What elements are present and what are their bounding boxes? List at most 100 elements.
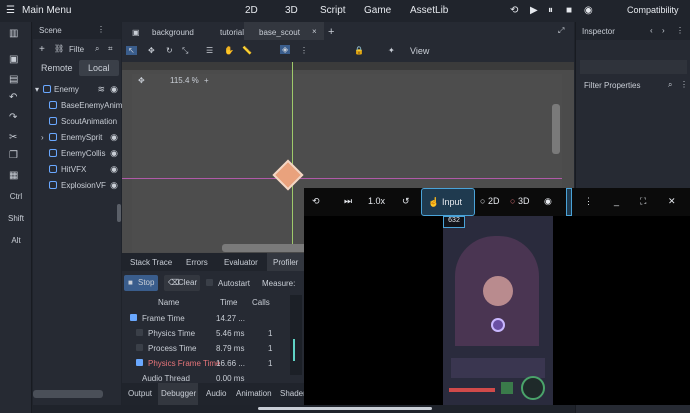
maximize-icon[interactable]: ⛶ (640, 196, 646, 207)
add-tab-icon[interactable]: + (328, 26, 334, 38)
tree-node[interactable]: EnemyCollis ◉ (33, 146, 121, 162)
link-icon[interactable]: ⛓ (54, 44, 64, 53)
shift-key[interactable]: Shift (0, 214, 32, 223)
save-all-icon[interactable]: ▤ (9, 74, 18, 85)
tree-node[interactable]: ExplosionVF ◉ (33, 178, 121, 194)
table-row[interactable]: Physics Time 5.46 ms 1 (122, 326, 304, 341)
editor-tab-2[interactable]: tutorial (220, 28, 244, 37)
ability-icon[interactable] (501, 382, 513, 394)
special-ability-icon[interactable] (521, 376, 545, 400)
tab-game[interactable]: Game (364, 5, 391, 16)
scrollbar[interactable] (117, 204, 121, 222)
copy-icon[interactable]: ❐ (9, 150, 18, 161)
row-checkbox[interactable] (136, 344, 143, 351)
enemy-sprite[interactable] (272, 159, 304, 191)
editor-tab-active[interactable]: base_scout × (244, 22, 324, 40)
script-icon[interactable]: ⌗ (108, 44, 113, 54)
close-icon[interactable]: ✕ (668, 196, 676, 207)
row-checkbox[interactable] (136, 359, 143, 366)
menu-dots-icon[interactable]: ⋮ (584, 196, 593, 207)
search-icon[interactable]: ⌕ (95, 44, 99, 54)
table-row[interactable]: Frame Time 14.27 ... (122, 311, 304, 326)
row-checkbox[interactable] (130, 314, 137, 321)
visibility-icon[interactable]: ◉ (110, 164, 118, 175)
tab-3d[interactable]: 3D (285, 5, 298, 16)
save-icon[interactable]: ▣ (9, 54, 18, 65)
stop-button[interactable]: ■ Stop (124, 275, 158, 291)
stop-icon[interactable]: ■ (566, 5, 572, 16)
list-tool-icon[interactable]: ☰ (206, 46, 213, 55)
camera-icon[interactable]: ⟲ (312, 196, 320, 207)
redo-icon[interactable]: ↷ (9, 112, 17, 123)
tab-script[interactable]: Script (320, 5, 346, 16)
visibility-icon[interactable]: ◉ (110, 84, 118, 95)
ctrl-key[interactable]: Ctrl (0, 192, 32, 201)
pause-icon[interactable]: ⏸ (548, 5, 553, 16)
move-tool-icon[interactable]: ✥ (148, 46, 155, 55)
tab-shader[interactable]: Shader (280, 389, 306, 398)
signal-icon[interactable]: ≋ (97, 84, 105, 95)
distraction-free-icon[interactable]: ⤢ (558, 26, 564, 36)
tree-node-enemy[interactable]: ▾ Enemy ≋ ◉ (33, 82, 121, 98)
input-toggle[interactable]: ☝ Input (421, 188, 475, 216)
zoom-plus-icon[interactable]: + (204, 76, 209, 85)
menu-dots-icon[interactable]: ⋮ (676, 26, 684, 35)
pan-tool-icon[interactable]: ✋ (224, 46, 234, 55)
menu-dots-icon[interactable]: ⋮ (97, 25, 105, 34)
run-icon[interactable]: ⟲ (510, 5, 518, 16)
paste-icon[interactable]: ▦ (9, 170, 18, 181)
renderer-select[interactable]: Compatibility (627, 5, 679, 15)
movie-icon[interactable]: ◉ (584, 5, 593, 16)
filter-input[interactable]: Filte (69, 45, 84, 54)
alt-key[interactable]: Alt (0, 236, 32, 245)
tab-debugger-active[interactable]: Debugger (158, 383, 198, 405)
v-scrollbar[interactable] (552, 104, 560, 154)
forward-icon[interactable]: › (662, 26, 665, 35)
filter-properties[interactable]: Filter Properties (584, 81, 640, 90)
tab-output[interactable]: Output (128, 389, 152, 398)
tree-node[interactable]: BaseEnemyAnima (33, 98, 127, 114)
snap-icon[interactable]: ◈ (280, 45, 291, 54)
visibility-icon[interactable]: ◉ (110, 148, 118, 159)
h-scrollbar[interactable] (33, 390, 103, 398)
search-icon[interactable]: ⌕ (668, 80, 672, 90)
view-menu[interactable]: View (410, 46, 429, 56)
tree-node[interactable]: ScoutAnimation (33, 114, 121, 130)
lock-icon[interactable]: 🔒 (354, 46, 364, 55)
back-icon[interactable]: ‹ (650, 26, 653, 35)
tree-node[interactable]: HitVFX ◉ (33, 162, 121, 178)
mode-2d[interactable]: ○ 2D (480, 196, 499, 206)
bone-icon[interactable]: ✦ (388, 46, 395, 55)
tab-stack-trace[interactable]: Stack Trace (130, 258, 172, 267)
scene-list-icon[interactable]: ▣ (132, 28, 140, 37)
inspector-path[interactable] (580, 60, 687, 74)
scale-tool-icon[interactable]: ⤡ (182, 46, 188, 56)
minimize-icon[interactable]: _ (614, 196, 619, 206)
visibility-icon[interactable]: ◉ (110, 180, 118, 191)
menu-icon[interactable]: ☰ (6, 5, 15, 16)
menu-dots-icon[interactable]: ⋮ (680, 80, 688, 89)
row-checkbox[interactable] (136, 329, 143, 336)
tab-assetlib[interactable]: AssetLib (410, 5, 448, 16)
collapse-icon[interactable]: ▾ (35, 85, 39, 94)
smart-snap-icon[interactable]: ⋮ (300, 46, 308, 55)
autostart-checkbox[interactable] (206, 279, 213, 286)
editor-tab-1[interactable]: background (152, 28, 194, 37)
mode-3d[interactable]: ○ 3D (510, 196, 529, 206)
close-icon[interactable]: × (312, 27, 317, 36)
step-icon[interactable]: ⏭ (344, 196, 352, 207)
tab-errors[interactable]: Errors (186, 258, 208, 267)
inspector-tab[interactable]: Inspector (582, 27, 615, 36)
speed-label[interactable]: 1.0x (368, 196, 385, 206)
table-row[interactable]: Process Time 8.79 ms 1 (122, 341, 304, 356)
tab-animation[interactable]: Animation (236, 389, 272, 398)
tab-audio[interactable]: Audio (206, 389, 226, 398)
tab-profiler-active[interactable]: Profiler (267, 253, 307, 271)
table-row[interactable]: Physics Frame Time 16.66 ... 1 (122, 356, 304, 371)
ruler-tool-icon[interactable]: 📏 (242, 46, 252, 55)
undo-icon[interactable]: ↶ (9, 92, 17, 103)
game-viewport[interactable]: 632 (443, 216, 553, 405)
add-node-icon[interactable]: + (39, 44, 45, 55)
cut-icon[interactable]: ✂ (9, 132, 17, 143)
tab-evaluator[interactable]: Evaluator (224, 258, 258, 267)
